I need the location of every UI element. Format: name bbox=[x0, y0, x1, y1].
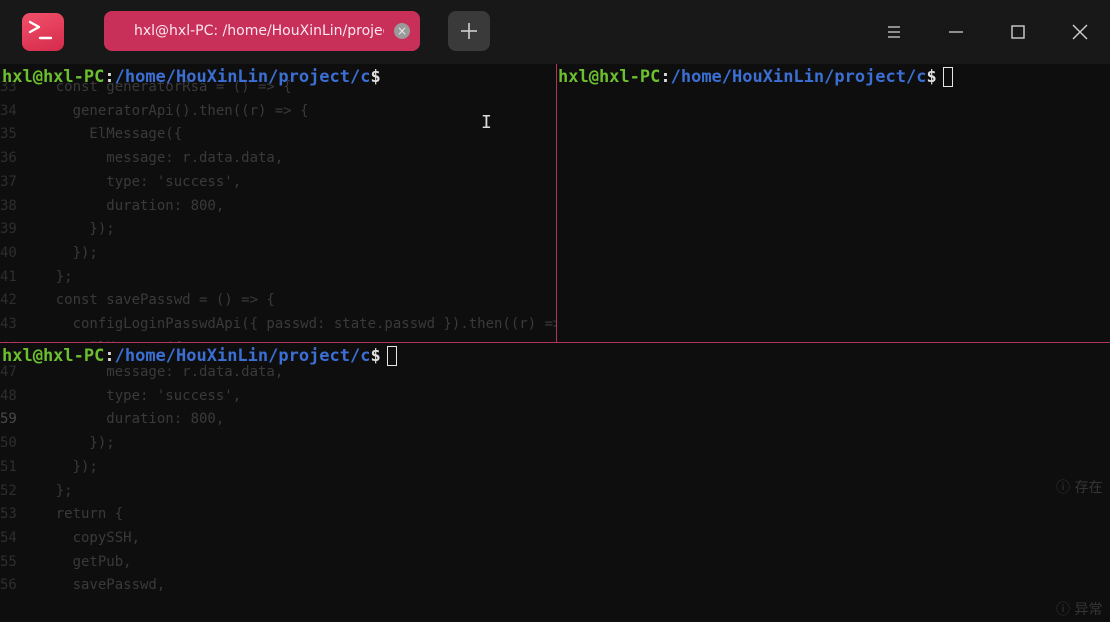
code-text: duration: 800, bbox=[22, 197, 225, 214]
title-bar: hxl@hxl-PC: /home/HouXinLin/project/c × bbox=[0, 0, 1110, 64]
code-text: }); bbox=[22, 244, 98, 261]
background-code-top: 33 const generatorRsa = () => {34 genera… bbox=[0, 76, 556, 342]
prompt-user: hxl@hxl-PC bbox=[2, 67, 105, 87]
prompt-path: /home/HouXinLin/project/c bbox=[114, 346, 371, 366]
background-code-line: 54 copySSH, bbox=[0, 527, 283, 551]
line-number: 54 bbox=[0, 529, 17, 546]
line-number: 36 bbox=[0, 150, 17, 167]
line-number: 39 bbox=[0, 221, 17, 238]
prompt-line: hxl@hxl-PC:/home/HouXinLin/project/c $ bbox=[2, 66, 381, 88]
prompt-symbol: $ bbox=[370, 67, 381, 87]
line-number: 56 bbox=[0, 577, 17, 594]
line-number: 43 bbox=[0, 316, 17, 333]
code-text: }); bbox=[22, 458, 98, 475]
prompt-path: /home/HouXinLin/project/c bbox=[114, 67, 371, 87]
prompt-line: hxl@hxl-PC:/home/HouXinLin/project/c $ bbox=[2, 345, 397, 367]
prompt-colon: : bbox=[660, 67, 671, 87]
code-text: type: 'success', bbox=[22, 173, 242, 190]
prompt-line: hxl@hxl-PC:/home/HouXinLin/project/c $ bbox=[558, 66, 953, 88]
background-code-line: 38 duration: 800, bbox=[0, 195, 556, 219]
close-icon[interactable] bbox=[1068, 20, 1092, 44]
terminal-pane-bottom[interactable]: 47 message: r.data.data, 48 type: 'succes… bbox=[0, 343, 1110, 622]
background-code-line: 55 getPub, bbox=[0, 551, 283, 575]
line-number: 34 bbox=[0, 102, 17, 119]
menu-icon[interactable] bbox=[882, 20, 906, 44]
background-code-line: 39 }); bbox=[0, 218, 556, 242]
terminal-cursor bbox=[386, 346, 397, 366]
terminal-pane-top-right[interactable]: hxl@hxl-PC:/home/HouXinLin/project/c $ bbox=[557, 64, 1110, 342]
code-text: return { bbox=[22, 506, 124, 523]
background-code-line: 56 savePasswd, bbox=[0, 574, 283, 598]
line-number: 50 bbox=[0, 435, 17, 452]
prompt-path: /home/HouXinLin/project/c bbox=[670, 67, 927, 87]
line-number: 40 bbox=[0, 244, 17, 261]
prompt-symbol: $ bbox=[926, 67, 937, 87]
hint-text: ⓘ 异常 bbox=[1056, 602, 1103, 618]
terminal-cursor bbox=[942, 67, 953, 87]
line-number: 42 bbox=[0, 292, 17, 309]
line-number: 37 bbox=[0, 173, 17, 190]
prompt-user: hxl@hxl-PC bbox=[558, 67, 661, 87]
line-number: 41 bbox=[0, 268, 17, 285]
new-tab-button[interactable] bbox=[448, 11, 490, 51]
tab-title: hxl@hxl-PC: /home/HouXinLin/project/c bbox=[134, 23, 384, 39]
line-number: 55 bbox=[0, 553, 17, 570]
tab-terminal[interactable]: hxl@hxl-PC: /home/HouXinLin/project/c × bbox=[104, 11, 420, 51]
prompt-symbol: $ bbox=[370, 346, 381, 366]
background-code-line: 37 type: 'success', bbox=[0, 171, 556, 195]
code-text: }; bbox=[22, 268, 73, 285]
background-code-line: 42 const savePasswd = () => { bbox=[0, 289, 556, 313]
terminal-app-icon[interactable] bbox=[22, 13, 64, 51]
code-text: }; bbox=[22, 482, 73, 499]
background-code-line: 41 }; bbox=[0, 266, 556, 290]
background-code-line: 50 }); bbox=[0, 432, 283, 456]
code-text: savePasswd, bbox=[22, 577, 166, 594]
background-code-line: 40 }); bbox=[0, 242, 556, 266]
code-text: const savePasswd = () => { bbox=[22, 292, 275, 309]
code-text: message: r.data.data, bbox=[22, 150, 284, 167]
line-number: 38 bbox=[0, 197, 17, 214]
line-number: 59 bbox=[0, 411, 17, 428]
line-number: 51 bbox=[0, 458, 17, 475]
pane-divider-vertical[interactable] bbox=[556, 64, 557, 343]
hint-text: ⓘ 存在 bbox=[1056, 480, 1103, 496]
text-cursor-icon: I bbox=[481, 112, 492, 133]
code-text: generatorApi().then((r) => { bbox=[22, 102, 309, 119]
background-code-line: 36 message: r.data.data, bbox=[0, 147, 556, 171]
background-code-line: 52 }; bbox=[0, 480, 283, 504]
terminal-pane-top-left[interactable]: 33 const generatorRsa = () => {34 genera… bbox=[0, 64, 556, 342]
background-code-bottom: 47 message: r.data.data, 48 type: 'succes… bbox=[0, 361, 283, 598]
prompt-colon: : bbox=[104, 67, 115, 87]
code-text: getPub, bbox=[22, 553, 132, 570]
line-number: 52 bbox=[0, 482, 17, 499]
code-text: ElMessage({ bbox=[22, 126, 183, 143]
minimize-icon[interactable] bbox=[944, 20, 968, 44]
prompt-user: hxl@hxl-PC bbox=[2, 346, 105, 366]
line-number: 48 bbox=[0, 387, 17, 404]
background-code-line: 51 }); bbox=[0, 456, 283, 480]
code-text: duration: 800, bbox=[22, 411, 225, 428]
maximize-icon[interactable] bbox=[1006, 20, 1030, 44]
code-text: configLoginPasswdApi({ passwd: state.pas… bbox=[22, 316, 556, 333]
plus-icon bbox=[461, 23, 477, 39]
code-text: copySSH, bbox=[22, 529, 141, 546]
line-number: 53 bbox=[0, 506, 17, 523]
code-text: }); bbox=[22, 221, 115, 238]
background-code-line: 35 ElMessage({ bbox=[0, 123, 556, 147]
code-text: }); bbox=[22, 435, 115, 452]
prompt-colon: : bbox=[104, 346, 115, 366]
tab-close-icon[interactable]: × bbox=[394, 23, 410, 39]
code-text: type: 'success', bbox=[22, 387, 242, 404]
background-code-line: 43 configLoginPasswdApi({ passwd: state.… bbox=[0, 313, 556, 337]
background-code-line: 53 return { bbox=[0, 503, 283, 527]
background-code-line: 34 generatorApi().then((r) => { bbox=[0, 100, 556, 124]
line-number: 35 bbox=[0, 126, 17, 143]
background-code-line: 48 type: 'success', bbox=[0, 385, 283, 409]
background-code-line: 59 duration: 800, bbox=[0, 408, 283, 432]
